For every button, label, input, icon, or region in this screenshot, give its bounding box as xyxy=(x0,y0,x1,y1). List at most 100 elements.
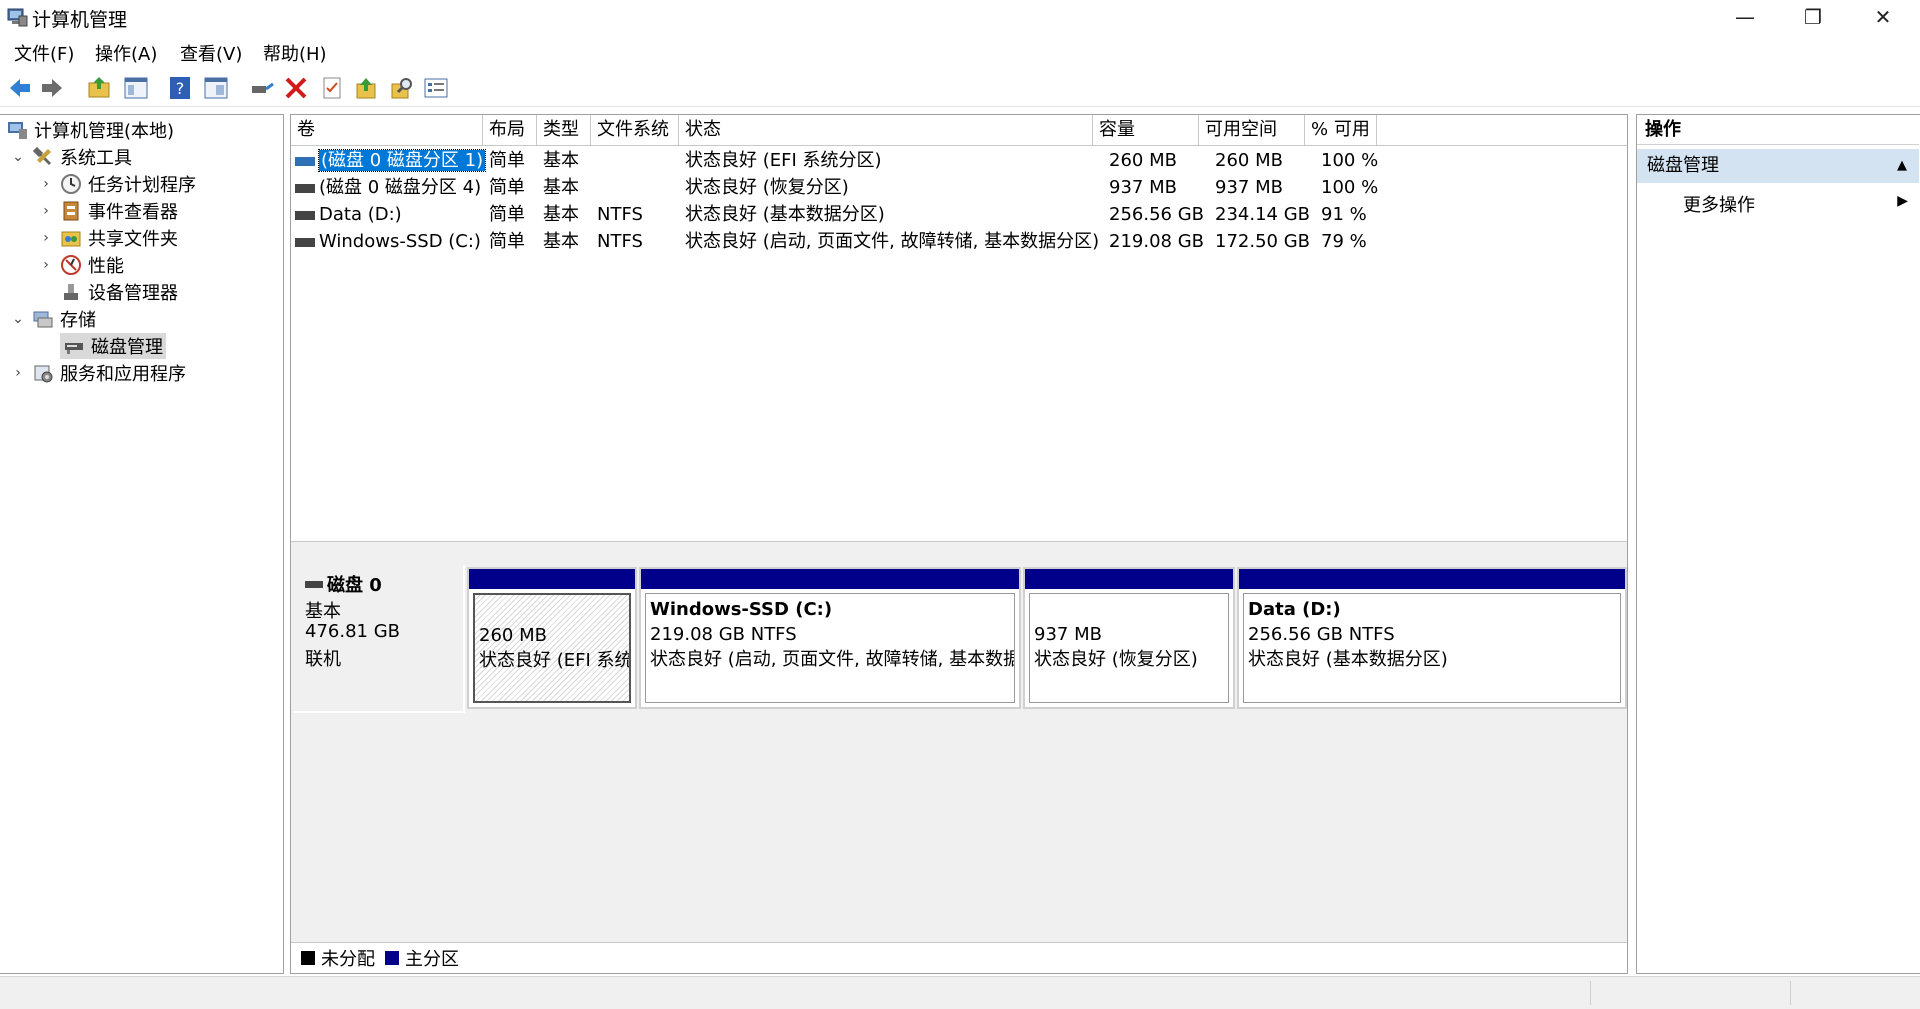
percent-free-cell: 100 % xyxy=(1321,177,1379,198)
column-free-space[interactable]: 可用空间 xyxy=(1199,115,1305,145)
column-filesystem[interactable]: 文件系统 xyxy=(591,115,679,145)
menu-bar: 文件(F) 操作(A) 查看(V) 帮助(H) xyxy=(0,36,1920,66)
chevron-right-icon[interactable]: › xyxy=(38,203,54,219)
title-bar[interactable]: 计算机管理 — ❐ ✕ xyxy=(0,0,1920,34)
forward-icon[interactable] xyxy=(38,74,66,102)
show-tree-icon[interactable] xyxy=(122,74,150,102)
disk-kind: 基本 xyxy=(305,601,341,622)
help-icon[interactable]: ? xyxy=(166,74,194,102)
table-row[interactable]: (磁盘 0 磁盘分区 1) 简单 基本 状态良好 (EFI 系统分区) 260 … xyxy=(291,147,1627,174)
legend: 未分配 主分区 xyxy=(291,942,1627,973)
column-capacity[interactable]: 容量 xyxy=(1093,115,1199,145)
menu-view[interactable]: 查看(V) xyxy=(180,40,242,66)
layout-cell: 简单 xyxy=(489,150,525,171)
chevron-down-icon[interactable]: ⌄ xyxy=(10,311,26,327)
import-icon[interactable] xyxy=(352,74,380,102)
volume-icon xyxy=(295,156,315,166)
restore-button[interactable]: ❐ xyxy=(1778,0,1848,34)
menu-action[interactable]: 操作(A) xyxy=(95,40,157,66)
tree-item-shared-folders[interactable]: › 共享文件夹 xyxy=(38,225,178,251)
navigation-tree[interactable]: 计算机管理(本地) ⌄ 系统工具 › 任务计划程序 › 事件查看器 › 共享文件… xyxy=(0,114,284,974)
chevron-right-icon[interactable]: › xyxy=(10,365,26,381)
menu-file[interactable]: 文件(F) xyxy=(14,40,74,66)
chevron-right-icon[interactable]: › xyxy=(38,176,54,192)
search-icon[interactable] xyxy=(388,74,416,102)
chevron-right-icon[interactable]: › xyxy=(38,257,54,273)
toolbar: ? xyxy=(0,70,1920,107)
layout-cell: 简单 xyxy=(489,177,525,198)
tree-item-disk-management[interactable]: 磁盘管理 xyxy=(60,333,166,359)
tree-item-storage[interactable]: ⌄ 存储 xyxy=(10,306,96,332)
tree-item-task-scheduler[interactable]: › 任务计划程序 xyxy=(38,171,196,197)
partition-bar xyxy=(641,569,1019,589)
connect-icon[interactable] xyxy=(248,74,276,102)
type-cell: 基本 xyxy=(543,231,579,252)
minimize-button[interactable]: — xyxy=(1710,0,1780,34)
layout-cell: 简单 xyxy=(489,204,525,225)
column-status[interactable]: 状态 xyxy=(679,115,1093,145)
column-percent-free[interactable]: % 可用 xyxy=(1305,115,1377,145)
partition-status: 状态良好 (恢复分区) xyxy=(1034,649,1198,670)
partition-body: Data (D:) 256.56 GB NTFS 状态良好 (基本数据分区) xyxy=(1243,593,1621,703)
tree-item-services-apps[interactable]: › 服务和应用程序 xyxy=(10,360,186,386)
disk-size: 476.81 GB xyxy=(305,621,401,642)
tree-item-device-manager[interactable]: 设备管理器 xyxy=(60,279,178,305)
partition-status: 状态良好 (基本数据分区) xyxy=(1248,649,1448,670)
status-bar xyxy=(0,976,1920,1009)
delete-icon[interactable] xyxy=(282,74,310,102)
partition-title xyxy=(479,598,625,623)
more-actions-item[interactable]: 更多操作 xyxy=(1683,191,1755,217)
tree-item-performance[interactable]: › 性能 xyxy=(38,252,124,278)
status-cell: 状态良好 (启动, 页面文件, 故障转储, 基本数据分区) xyxy=(685,231,1100,252)
submenu-arrow-icon[interactable]: ▶ xyxy=(1897,193,1908,209)
partition-windows-ssd[interactable]: Windows-SSD (C:) 219.08 GB NTFS 状态良好 (启动… xyxy=(639,567,1021,709)
partition-efi[interactable]: 260 MB 状态良好 (EFI 系统分区) xyxy=(467,567,637,709)
partition-recovery[interactable]: 937 MB 状态良好 (恢复分区) xyxy=(1023,567,1235,709)
status-cell: 状态良好 (基本数据分区) xyxy=(685,204,885,225)
partition-title: Data (D:) xyxy=(1248,599,1341,620)
capacity-cell: 937 MB xyxy=(1109,177,1177,198)
menu-help[interactable]: 帮助(H) xyxy=(263,40,327,66)
up-folder-icon[interactable] xyxy=(86,74,114,102)
partition-data[interactable]: Data (D:) 256.56 GB NTFS 状态良好 (基本数据分区) xyxy=(1237,567,1627,709)
column-volume[interactable]: 卷 xyxy=(291,115,483,145)
chevron-right-icon[interactable]: › xyxy=(38,230,54,246)
type-cell: 基本 xyxy=(543,177,579,198)
free-space-cell: 260 MB xyxy=(1215,150,1283,171)
column-layout[interactable]: 布局 xyxy=(483,115,537,145)
chevron-down-icon[interactable]: ⌄ xyxy=(10,149,26,165)
volume-icon xyxy=(295,210,315,220)
free-space-cell: 937 MB xyxy=(1215,177,1283,198)
tree-item-system-tools[interactable]: ⌄ 系统工具 xyxy=(10,144,132,170)
status-separator xyxy=(1790,981,1791,1005)
actions-section-disk-management[interactable]: 磁盘管理 ▲ xyxy=(1637,149,1919,183)
partition-size: 260 MB xyxy=(479,625,547,646)
tree-label: 事件查看器 xyxy=(88,202,178,223)
checklist-icon[interactable] xyxy=(318,74,346,102)
legend-primary: 主分区 xyxy=(405,949,459,970)
table-row[interactable]: Data (D:) 简单 基本 NTFS 状态良好 (基本数据分区) 256.5… xyxy=(291,201,1627,228)
tools-icon xyxy=(32,146,52,166)
more-actions-label: 更多操作 xyxy=(1683,195,1755,216)
table-row[interactable]: Windows-SSD (C:) 简单 基本 NTFS 状态良好 (启动, 页面… xyxy=(291,228,1627,255)
capacity-cell: 256.56 GB xyxy=(1109,204,1205,225)
close-button[interactable]: ✕ xyxy=(1848,0,1918,34)
disk-graphical-view: 磁盘 0 基本 476.81 GB 联机 260 MB 状态良好 (EFI 系统… xyxy=(291,553,1627,973)
percent-free-cell: 100 % xyxy=(1321,150,1379,171)
disk-0-label[interactable]: 磁盘 0 基本 476.81 GB 联机 xyxy=(293,565,465,713)
type-cell: 基本 xyxy=(543,204,579,225)
performance-icon xyxy=(61,255,81,275)
volume-icon xyxy=(295,237,315,247)
tree-item-computer-management[interactable]: 计算机管理(本地) xyxy=(6,117,174,143)
table-row[interactable]: (磁盘 0 磁盘分区 4) 简单 基本 状态良好 (恢复分区) 937 MB 9… xyxy=(291,174,1627,201)
details-icon[interactable] xyxy=(422,74,450,102)
column-type[interactable]: 类型 xyxy=(537,115,591,145)
status-separator xyxy=(1590,981,1591,1005)
properties-icon[interactable] xyxy=(202,74,230,102)
volume-name: (磁盘 0 磁盘分区 4) xyxy=(319,177,482,198)
collapse-up-icon[interactable]: ▲ xyxy=(1897,149,1907,183)
computer-management-icon xyxy=(7,8,28,27)
back-icon[interactable] xyxy=(6,74,34,102)
type-cell: 基本 xyxy=(543,150,579,171)
tree-item-event-viewer[interactable]: › 事件查看器 xyxy=(38,198,178,224)
